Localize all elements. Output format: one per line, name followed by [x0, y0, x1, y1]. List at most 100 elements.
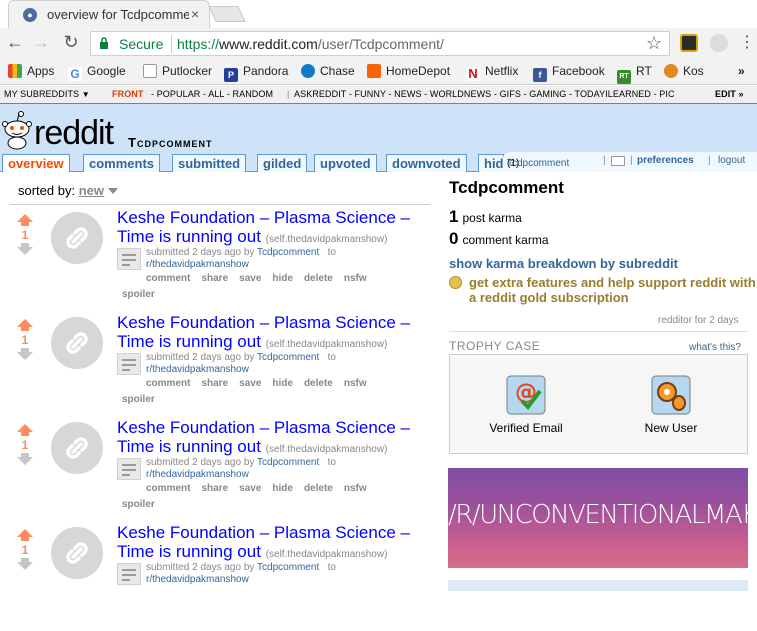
post-title[interactable]: Keshe Foundation – Plasma Science – Time…: [117, 208, 429, 249]
save-button[interactable]: save: [239, 483, 261, 494]
srbar-front-link[interactable]: FRONT: [112, 89, 144, 99]
nsfw-button[interactable]: nsfw: [344, 273, 367, 284]
extension-icon[interactable]: [680, 34, 698, 52]
save-button[interactable]: save: [239, 378, 261, 389]
link-thumbnail-icon[interactable]: [51, 527, 103, 579]
browser-tab[interactable]: ● overview for Tcdpcomme ×: [8, 0, 210, 28]
spoiler-button[interactable]: spoiler: [122, 394, 155, 405]
post-subreddit-link[interactable]: r/thedavidpakmanshow: [146, 469, 249, 480]
post-subreddit-link[interactable]: r/thedavidpakmanshow: [146, 574, 249, 585]
spoiler-button[interactable]: spoiler: [122, 289, 155, 300]
link-thumbnail-icon[interactable]: [51, 317, 103, 369]
bookmark-kos[interactable]: Kos: [664, 64, 704, 78]
mail-envelope-icon[interactable]: [611, 156, 625, 166]
downvote-arrow-icon[interactable]: [17, 453, 33, 465]
bookmark-apps[interactable]: Apps: [8, 64, 54, 78]
comment-button[interactable]: comment: [146, 483, 190, 494]
post-title[interactable]: Keshe Foundation – Plasma Science – Time…: [117, 523, 429, 564]
post-domain[interactable]: (self.thedavidpakmanshow): [266, 444, 388, 455]
hide-button[interactable]: hide: [272, 273, 293, 284]
selftext-expand-icon[interactable]: [117, 563, 141, 585]
selftext-expand-icon[interactable]: [117, 353, 141, 375]
tab-gilded[interactable]: gilded: [257, 154, 308, 172]
spoiler-button[interactable]: spoiler: [122, 499, 155, 510]
comment-button[interactable]: comment: [146, 378, 190, 389]
save-button[interactable]: save: [239, 273, 261, 284]
nsfw-button[interactable]: nsfw: [344, 378, 367, 389]
bookmark-star-icon[interactable]: ☆: [646, 33, 662, 54]
bookmark-facebook[interactable]: f Facebook: [533, 64, 605, 82]
post-domain[interactable]: (self.thedavidpakmanshow): [266, 339, 388, 350]
bookmark-pandora[interactable]: P Pandora: [224, 64, 288, 82]
post-author-link[interactable]: Tcdpcomment: [257, 457, 319, 468]
bookmark-netflix[interactable]: N Netflix: [466, 64, 518, 81]
delete-button[interactable]: delete: [304, 273, 333, 284]
tab-upvoted[interactable]: upvoted: [314, 154, 377, 172]
bookmark-putlocker[interactable]: Putlocker: [143, 64, 212, 78]
subreddit-ad-banner[interactable]: /R/UNCONVENTIONALMAKEUP: [448, 468, 748, 568]
tab-comments[interactable]: comments: [83, 154, 161, 172]
comment-button[interactable]: comment: [146, 273, 190, 284]
sort-caret-icon[interactable]: [108, 188, 119, 194]
upvote-arrow-icon[interactable]: [17, 424, 33, 436]
upvote-arrow-icon[interactable]: [17, 319, 33, 331]
forward-arrow-icon[interactable]: →: [30, 32, 52, 53]
trophy-help-link[interactable]: what's this?: [689, 342, 741, 353]
menu-kebab-icon[interactable]: ⋮: [736, 32, 757, 52]
srbar-subreddits[interactable]: ASKREDDIT - FUNNY - NEWS - WORLDNEWS - G…: [294, 89, 675, 99]
post-author-link[interactable]: Tcdpcomment: [257, 247, 319, 258]
preferences-link[interactable]: preferences: [637, 155, 694, 166]
selftext-expand-icon[interactable]: [117, 248, 141, 270]
upvote-arrow-icon[interactable]: [17, 214, 33, 226]
sort-dropdown[interactable]: new: [79, 183, 104, 198]
tab-downvoted[interactable]: downvoted: [386, 154, 467, 172]
share-button[interactable]: share: [201, 483, 228, 494]
bookmark-rt[interactable]: RT RT: [617, 64, 652, 84]
reddit-wordmark[interactable]: reddit: [34, 114, 114, 153]
my-subreddits-dropdown[interactable]: MY SUBREDDITS ▼: [4, 89, 90, 99]
trophy-new-user[interactable]: New User: [621, 375, 721, 435]
trophy-verified-email[interactable]: @ Verified Email: [476, 375, 576, 435]
post-subreddit-link[interactable]: r/thedavidpakmanshow: [146, 364, 249, 375]
delete-button[interactable]: delete: [304, 378, 333, 389]
logout-link[interactable]: logout: [718, 155, 745, 166]
downvote-arrow-icon[interactable]: [17, 558, 33, 570]
link-thumbnail-icon[interactable]: [51, 422, 103, 474]
back-arrow-icon[interactable]: ←: [4, 32, 26, 53]
srbar-edit-link[interactable]: EDIT »: [712, 89, 744, 99]
tab-hidden[interactable]: hid: [478, 154, 504, 172]
downvote-arrow-icon[interactable]: [17, 348, 33, 360]
delete-button[interactable]: delete: [304, 483, 333, 494]
hide-button[interactable]: hide: [272, 378, 293, 389]
post-domain[interactable]: (self.thedavidpakmanshow): [266, 234, 388, 245]
post-title[interactable]: Keshe Foundation – Plasma Science – Time…: [117, 418, 429, 459]
upvote-arrow-icon[interactable]: [17, 529, 33, 541]
karma-breakdown-link[interactable]: show karma breakdown by subreddit: [449, 256, 678, 271]
extension-gray-icon[interactable]: [710, 34, 728, 52]
selftext-expand-icon[interactable]: [117, 458, 141, 480]
new-tab-button[interactable]: [208, 6, 246, 22]
share-button[interactable]: share: [201, 378, 228, 389]
srbar-links[interactable]: - POPULAR - ALL - RANDOM: [151, 89, 273, 99]
bookmark-homedepot[interactable]: HomeDepot: [367, 64, 450, 78]
post-subreddit-link[interactable]: r/thedavidpakmanshow: [146, 259, 249, 270]
post-author-link[interactable]: Tcdpcomment: [257, 352, 319, 363]
bookmark-chase[interactable]: Chase: [301, 64, 355, 78]
post-title[interactable]: Keshe Foundation – Plasma Science – Time…: [117, 313, 429, 354]
post-domain[interactable]: (self.thedavidpakmanshow): [266, 549, 388, 560]
reddit-alien-logo-icon[interactable]: [2, 110, 32, 150]
bookmarks-overflow-button[interactable]: »: [738, 64, 745, 78]
close-tab-icon[interactable]: ×: [191, 6, 199, 22]
hide-button[interactable]: hide: [272, 483, 293, 494]
reload-icon[interactable]: ↻: [60, 32, 82, 53]
share-button[interactable]: share: [201, 273, 228, 284]
bookmark-google[interactable]: G Google: [68, 64, 126, 81]
tab-submitted[interactable]: submitted: [172, 154, 247, 172]
nsfw-button[interactable]: nsfw: [344, 483, 367, 494]
downvote-arrow-icon[interactable]: [17, 243, 33, 255]
address-bar[interactable]: Secure https://www.reddit.com/user/Tcdpc…: [90, 31, 670, 56]
link-thumbnail-icon[interactable]: [51, 212, 103, 264]
url-text[interactable]: https://www.reddit.com/user/Tcdpcomment/: [177, 36, 444, 52]
post-author-link[interactable]: Tcdpcomment: [257, 562, 319, 573]
tab-overview[interactable]: overview: [2, 154, 70, 172]
